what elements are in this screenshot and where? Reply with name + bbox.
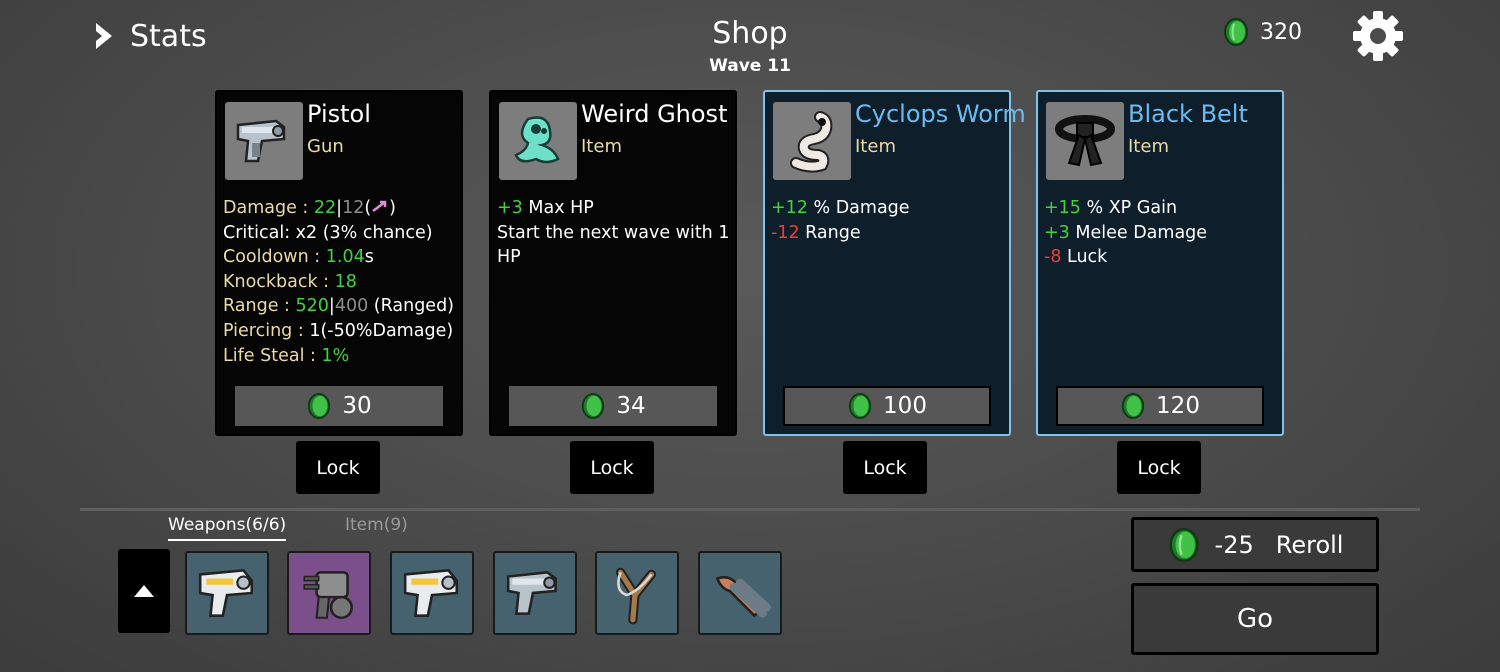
coin-icon — [848, 393, 872, 419]
effect-line: Start the next wave with 1 HP — [497, 222, 730, 268]
price-value: 30 — [342, 393, 372, 419]
weapon-slot-laser-gun[interactable] — [185, 551, 269, 635]
price-value: 34 — [616, 393, 646, 419]
weapon-slot-pistol[interactable] — [493, 551, 577, 635]
laser-gun-icon — [198, 568, 254, 617]
card-type: Item — [855, 136, 896, 157]
card-effects: +15 % XP Gain +3 Melee Damage -8 Luck — [1044, 196, 1278, 270]
tab-weapons[interactable]: Weapons(6/6) — [168, 515, 287, 541]
lock-button[interactable]: Lock — [570, 441, 654, 494]
stat-critical: Critical: x2 (3% chance) — [223, 222, 433, 243]
coin-icon — [1168, 527, 1199, 562]
coin-icon — [1121, 393, 1145, 419]
buy-button[interactable]: 100 — [783, 386, 991, 426]
expand-inventory-button[interactable] — [118, 549, 170, 633]
stat-knockback: Knockback : 18 — [223, 271, 357, 292]
card-name: Pistol — [307, 100, 371, 128]
stat-cooldown: Cooldown : 1.04s — [223, 247, 374, 268]
card-name: Cyclops Worm — [855, 100, 1026, 128]
ranged-damage-icon — [372, 200, 387, 212]
chevron-up-icon — [134, 585, 154, 597]
go-button[interactable]: Go — [1131, 583, 1379, 655]
card-type: Gun — [307, 136, 344, 157]
shotgun-icon — [715, 575, 771, 618]
effect-line: +3 Max HP — [497, 198, 594, 218]
stat-damage: Damage : 22|12() — [223, 198, 396, 218]
card-effects: +3 Max HP Start the next wave with 1 HP — [497, 196, 731, 270]
pistol-icon — [506, 571, 557, 615]
pistol-icon — [225, 102, 303, 180]
shop-card-weird-ghost[interactable]: Weird Ghost Item +3 Max HP Start the nex… — [489, 90, 737, 436]
divider — [80, 508, 1420, 511]
shop-card-cyclops-worm[interactable]: Cyclops Worm Item +12 % Damage -12 Range… — [763, 90, 1026, 436]
minigun-icon — [303, 571, 353, 620]
effect-line: +12 % Damage — [771, 198, 910, 218]
weapon-slot-minigun[interactable] — [287, 551, 371, 635]
reroll-label: Reroll — [1275, 530, 1344, 559]
card-name: Weird Ghost — [581, 100, 728, 128]
lock-button[interactable]: Lock — [1117, 441, 1201, 494]
buy-button[interactable]: 34 — [509, 386, 717, 426]
stat-lifesteal: Life Steal : 1% — [223, 345, 350, 366]
coin-icon — [1224, 18, 1248, 46]
ghost-icon — [499, 102, 577, 180]
shop-card-pistol[interactable]: Pistol Gun Damage : 22|12() Critical: x2… — [215, 90, 463, 436]
lock-button[interactable]: Lock — [843, 441, 927, 494]
buy-button[interactable]: 120 — [1056, 386, 1264, 426]
worm-icon — [773, 102, 851, 180]
reroll-cost: -25 — [1214, 530, 1254, 559]
weapon-slot-shotgun[interactable] — [698, 551, 782, 635]
weapon-slot-slingshot[interactable] — [595, 551, 679, 635]
lock-button[interactable]: Lock — [296, 441, 380, 494]
effect-line: -8 Luck — [1044, 247, 1108, 268]
coin-icon — [308, 393, 331, 419]
slingshot-icon — [615, 567, 657, 625]
shop-card-black-belt[interactable]: Black Belt Item +15 % XP Gain +3 Melee D… — [1036, 90, 1284, 436]
card-stats: Damage : 22|12() Critical: x2 (3% chance… — [223, 196, 457, 368]
coin-icon — [582, 393, 605, 419]
coin-count: 320 — [1260, 19, 1302, 45]
card-name: Black Belt — [1128, 100, 1248, 128]
effect-line: -12 Range — [771, 222, 861, 243]
stat-piercing: Piercing : 1(-50%Damage) — [223, 320, 454, 341]
wave-label: Wave 11 — [709, 56, 791, 76]
price-value: 100 — [883, 393, 927, 419]
card-effects: +12 % Damage -12 Range — [771, 196, 1005, 245]
card-type: Item — [581, 136, 622, 157]
reroll-button[interactable]: -25 Reroll — [1131, 517, 1379, 572]
settings-gear-icon[interactable] — [1350, 8, 1406, 64]
effect-line: +3 Melee Damage — [1044, 222, 1208, 243]
card-type: Item — [1128, 136, 1169, 157]
stat-range: Range : 520|400 (Ranged) — [223, 296, 455, 317]
laser-gun-icon — [403, 568, 459, 617]
belt-icon — [1046, 102, 1124, 180]
tab-items[interactable]: Item(9) — [345, 515, 408, 535]
buy-button[interactable]: 30 — [235, 386, 443, 426]
effect-line: +15 % XP Gain — [1044, 198, 1178, 218]
price-value: 120 — [1156, 393, 1200, 419]
weapon-slot-laser-gun[interactable] — [390, 551, 474, 635]
coin-counter: 320 — [1222, 18, 1302, 46]
